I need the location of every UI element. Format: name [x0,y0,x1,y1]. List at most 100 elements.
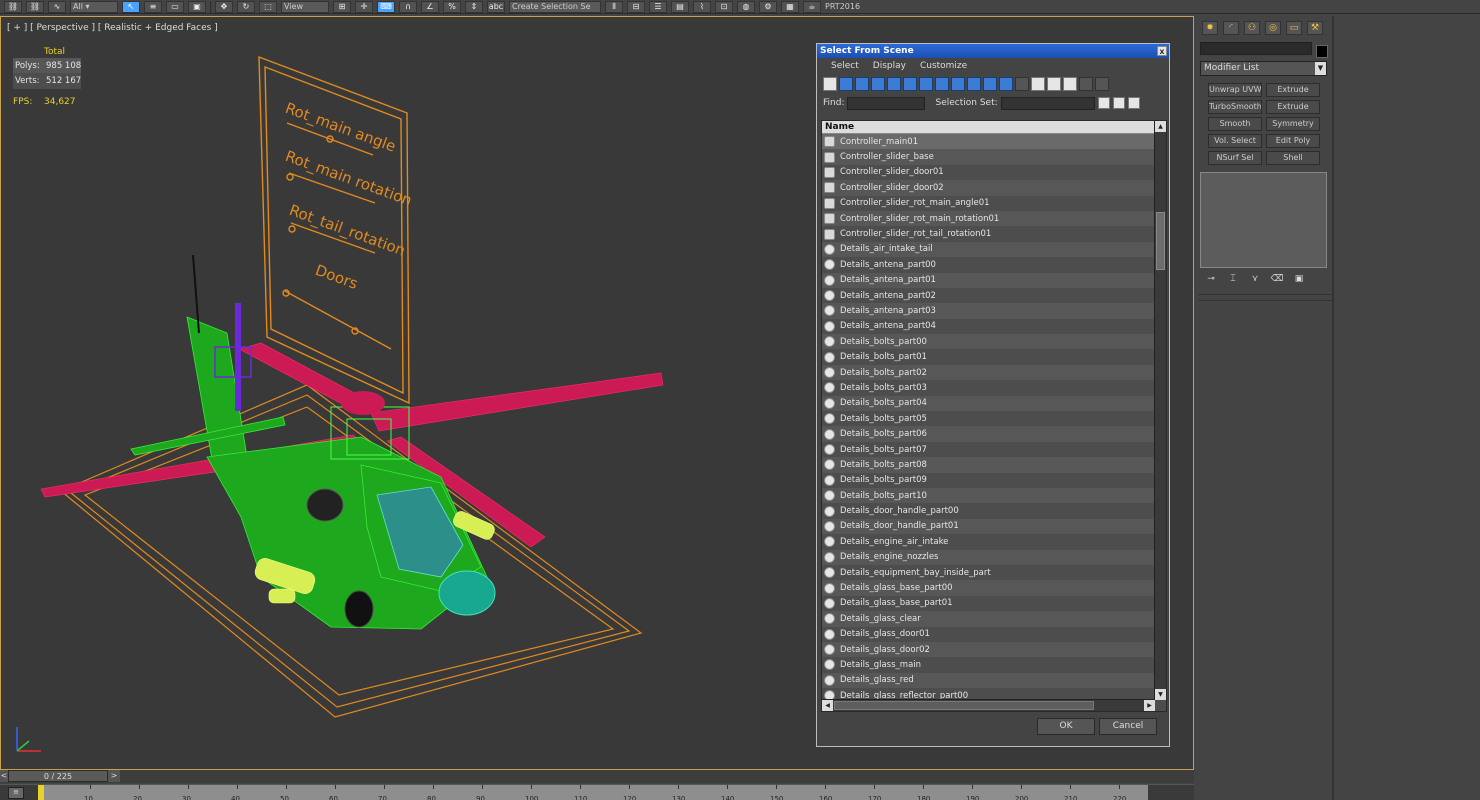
list-item[interactable]: Details_bolts_part01 [822,349,1155,365]
list-item[interactable]: Controller_slider_door02 [822,180,1155,196]
object-color-swatch[interactable] [1316,45,1328,58]
list-item[interactable]: Details_antena_part01 [822,272,1155,288]
scroll-up-icon[interactable]: ▲ [1155,121,1166,132]
select-all-icon[interactable] [1063,77,1077,91]
list-item[interactable]: Details_bolts_part04 [822,395,1155,412]
list-item[interactable]: Details_glass_door01 [822,626,1155,642]
list-item[interactable]: Controller_slider_rot_main_rotation01 [822,210,1155,227]
list-item[interactable]: Details_engine_air_intake [822,534,1155,550]
keyboard-shortcut-override-icon[interactable]: ⌨ [377,0,395,13]
make-unique-icon[interactable]: ⋎ [1248,274,1262,286]
named-selection-set-dropdown[interactable]: Create Selection Se [509,0,601,13]
list-item[interactable]: Controller_main01 [822,134,1155,150]
select-from-set-icon[interactable] [1127,97,1140,109]
mirror-icon[interactable]: ⫴ [605,0,623,13]
move-icon[interactable]: ✥ [215,0,233,13]
list-item[interactable]: Details_glass_base_part01 [822,595,1155,612]
pivot-icon[interactable]: ⊞ [333,0,351,13]
modifier-list-dropdown[interactable]: Modifier List ▼ [1200,61,1327,76]
display-invert-icon[interactable] [1047,77,1061,91]
time-slider-next[interactable]: > [108,770,120,782]
curve-editor-icon[interactable]: ⌇ [693,0,711,13]
display-spacewarps-icon[interactable] [903,77,917,91]
dialog-title-bar[interactable]: Select From Scene x [817,44,1169,58]
display-tab-icon[interactable]: ▭ [1286,21,1302,35]
display-containers-icon[interactable] [967,77,981,91]
selection-filter-dropdown[interactable]: All ▾ [70,0,118,13]
list-item[interactable]: Details_antena_part04 [822,318,1155,335]
hscroll-thumb[interactable] [834,701,1094,710]
modifier-button-extrude[interactable]: Extrude [1266,83,1320,97]
list-item[interactable]: Details_bolts_part03 [822,380,1155,396]
modifier-button-unwrap-uvw[interactable]: Unwrap UVW [1208,83,1262,97]
modify-tab-icon[interactable]: ◜ [1223,21,1239,35]
list-item[interactable]: Details_glass_clear [822,611,1155,627]
modifier-button-shell[interactable]: Shell [1266,151,1320,165]
display-lights-icon[interactable] [855,77,869,91]
horizontal-scrollbar[interactable]: ◀ ▶ [822,699,1155,711]
display-hidden-icon[interactable] [999,77,1013,91]
menu-select[interactable]: Select [831,61,859,71]
window-crossing-icon[interactable]: ▣ [188,0,206,13]
modifier-button-turbosmooth[interactable]: TurboSmooth [1208,100,1262,114]
snaps-toggle-icon[interactable]: ∩ [399,0,417,13]
modifier-button-symmetry[interactable]: Symmetry [1266,117,1320,131]
cancel-button[interactable]: Cancel [1099,718,1157,735]
render-production-icon[interactable]: ☕ [803,0,821,13]
list-item[interactable]: Details_bolts_part08 [822,457,1155,473]
hierarchy-tab-icon[interactable]: ⚇ [1244,21,1260,35]
filter-options-icon[interactable] [1095,77,1109,91]
modifier-button-edit-poly[interactable]: Edit Poly [1266,134,1320,148]
display-shapes-icon[interactable] [839,77,853,91]
select-by-name-icon[interactable]: ≡ [144,0,162,13]
list-item[interactable]: Details_engine_nozzles [822,549,1155,565]
list-item[interactable]: Details_bolts_part09 [822,472,1155,488]
render-setup-icon[interactable]: ⚙ [759,0,777,13]
link-icon[interactable]: ⛓ [4,0,22,13]
select-manipulate-icon[interactable]: ✛ [355,0,373,13]
modifier-stack[interactable] [1200,172,1327,268]
bind-spacewarp-icon[interactable]: ∿ [48,0,66,13]
list-item[interactable]: Controller_slider_door01 [822,164,1155,181]
list-item[interactable]: Details_door_handle_part00 [822,503,1155,519]
percent-snap-icon[interactable]: % [443,0,461,13]
list-item[interactable]: Details_glass_red [822,672,1155,689]
material-editor-icon[interactable]: ◍ [737,0,755,13]
display-bones-icon[interactable] [951,77,965,91]
align-icon[interactable]: ⊟ [627,0,645,13]
display-helpers-icon[interactable] [887,77,901,91]
motion-tab-icon[interactable]: ◎ [1265,21,1281,35]
remove-modifier-icon[interactable]: ⌫ [1270,274,1284,286]
rotate-icon[interactable]: ↻ [237,0,255,13]
remove-selection-set-icon[interactable] [1112,97,1125,109]
menu-display[interactable]: Display [873,61,906,71]
display-frozen-icon[interactable] [983,77,997,91]
find-input[interactable] [847,96,926,110]
list-item[interactable]: Controller_slider_rot_main_angle01 [822,195,1155,211]
selection-set-dropdown[interactable] [1000,96,1095,110]
filter-icon[interactable] [1079,77,1093,91]
list-item[interactable]: Controller_slider_base [822,149,1155,165]
modifier-button-vol-select[interactable]: Vol. Select [1208,134,1262,148]
create-selection-set-icon[interactable] [1097,97,1110,109]
list-item[interactable]: Details_equipment_bay_inside_part [822,564,1155,581]
display-geometry-icon[interactable] [823,77,837,91]
list-item[interactable]: Details_bolts_part10 [822,487,1155,504]
modifier-button-smooth[interactable]: Smooth [1208,117,1262,131]
list-item[interactable]: Details_antena_part02 [822,287,1155,304]
scroll-down-icon[interactable]: ▼ [1155,689,1166,700]
display-xrefs-icon[interactable] [935,77,949,91]
close-icon[interactable]: x [1157,46,1167,56]
modifier-button-nsurf-sel[interactable]: NSurf Sel [1208,151,1262,165]
menu-customize[interactable]: Customize [920,61,967,71]
vertical-scrollbar[interactable]: ▲ ▼ [1154,121,1166,700]
list-item[interactable]: Details_antena_part03 [822,303,1155,319]
schematic-view-icon[interactable]: ⊡ [715,0,733,13]
configure-modifier-sets-icon[interactable]: ▣ [1292,274,1306,286]
scroll-left-icon[interactable]: ◀ [822,700,833,711]
list-item[interactable]: Details_glass_main [822,657,1155,673]
layer-manager-icon[interactable]: ☰ [649,0,667,13]
display-none-icon[interactable] [1031,77,1045,91]
scroll-right-icon[interactable]: ▶ [1144,700,1155,711]
select-object-icon[interactable]: ↖ [122,0,140,13]
